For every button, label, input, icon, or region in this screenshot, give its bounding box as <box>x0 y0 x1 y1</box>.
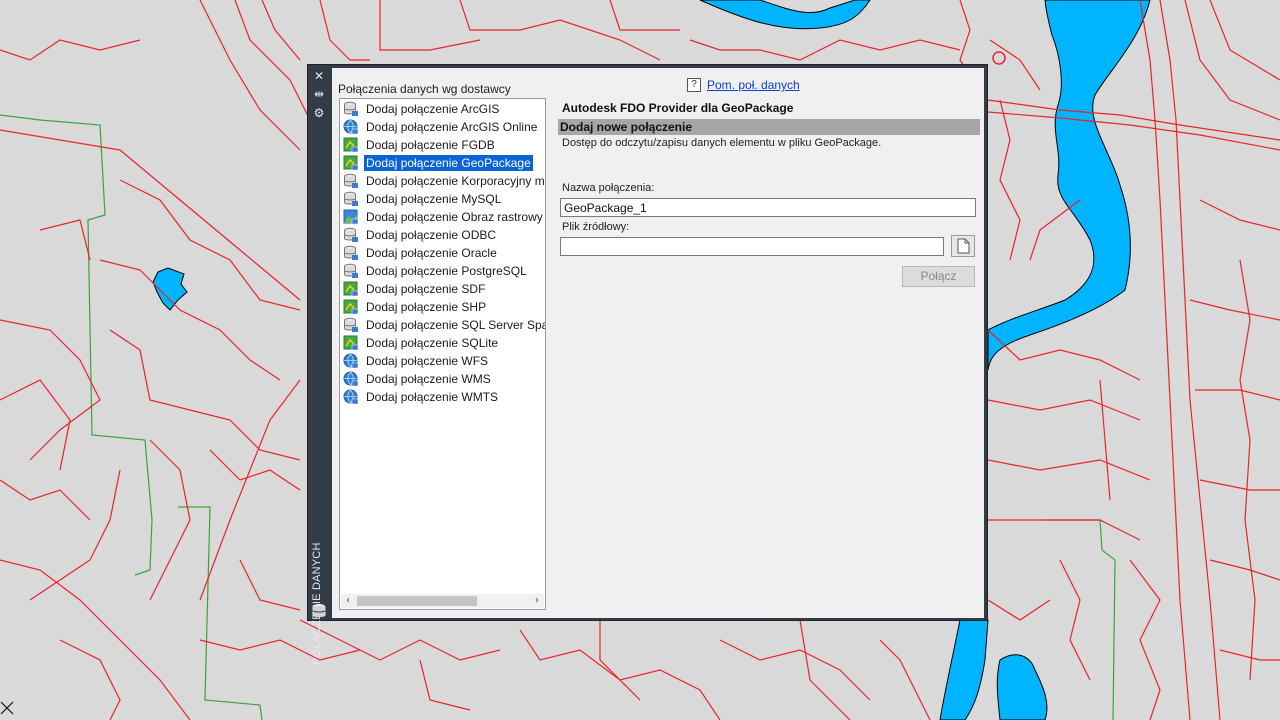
connection-name-label: Nazwa połączenia: <box>562 182 655 194</box>
provider-list-item-label: Dodaj połączenie SDF <box>366 282 486 296</box>
provider-list-item-label: Dodaj połączenie Obraz rastrowy lu <box>366 210 546 224</box>
globe-icon <box>343 119 359 135</box>
provider-list-item[interactable]: Dodaj połączenie SDF <box>343 280 543 298</box>
database-icon <box>344 227 358 242</box>
data-connect-palette: ✕ ⇹ ⚙ POŁĄCZENIE DANYCH Połączenia danyc… <box>307 64 988 665</box>
provider-list-item[interactable]: Dodaj połączenie SQLite <box>343 334 543 352</box>
vector-file-icon <box>343 281 359 297</box>
provider-list-item-label: Dodaj połączenie ArcGIS <box>366 102 500 116</box>
provider-list-item-label: Dodaj połączenie Korporacyjny mo <box>366 174 546 188</box>
globe-icon <box>343 389 359 405</box>
provider-list-item[interactable]: Dodaj połączenie MySQL <box>343 190 543 208</box>
section-header: Dodaj nowe połączenie <box>558 119 980 135</box>
properties-icon[interactable]: ⚙ <box>311 106 327 120</box>
browse-file-button[interactable] <box>951 235 975 257</box>
provider-list-item[interactable]: Dodaj połączenie ArcGIS Online <box>343 118 543 136</box>
provider-list-item-label: Dodaj połączenie Oracle <box>366 246 497 260</box>
palette-title: POŁĄCZENIE DANYCH <box>311 542 323 665</box>
database-icon <box>312 604 326 617</box>
provider-title: Autodesk FDO Provider dla GeoPackage <box>562 101 794 115</box>
provider-list-item[interactable]: Dodaj połączenie SHP <box>343 298 543 316</box>
database-icon <box>344 191 358 206</box>
help-link[interactable]: Pom. poł. danych <box>707 78 800 92</box>
connection-name-input[interactable] <box>560 198 976 217</box>
source-file-input[interactable] <box>560 237 944 256</box>
provider-list-item-label: Dodaj połączenie WFS <box>366 354 489 368</box>
scroll-right-arrow-icon[interactable]: › <box>530 594 544 608</box>
scroll-thumb[interactable] <box>357 596 477 606</box>
provider-list-item[interactable]: Dodaj połączenie WMS <box>343 370 543 388</box>
palette-side-strip: ✕ ⇹ ⚙ POŁĄCZENIE DANYCH <box>308 65 330 665</box>
provider-list-item[interactable]: Dodaj połączenie WMTS <box>343 388 543 406</box>
provider-list-item-label: Dodaj połączenie WMS <box>366 372 491 386</box>
close-icon[interactable]: ✕ <box>311 69 327 83</box>
provider-list-item[interactable]: Dodaj połączenie FGDB <box>343 136 543 154</box>
provider-list-item[interactable]: Dodaj połączenie ArcGIS <box>343 100 543 118</box>
provider-list-item-label: Dodaj połączenie ODBC <box>366 228 497 242</box>
database-icon <box>344 173 358 188</box>
vector-file-icon <box>343 137 359 153</box>
section-title: Dodaj nowe połączenie <box>560 120 693 134</box>
provider-description: Dostęp do odczytu/zapisu danych elementu… <box>562 137 882 149</box>
vector-file-icon <box>343 335 359 351</box>
provider-list-item-label: Dodaj połączenie SQL Server Spatia <box>366 318 546 332</box>
provider-list[interactable]: Dodaj połączenie ArcGIS Dodaj połączenie … <box>339 98 546 610</box>
provider-list-item-label: Dodaj połączenie GeoPackage <box>364 155 533 171</box>
auto-hide-icon[interactable]: ⇹ <box>311 87 327 101</box>
provider-list-item[interactable]: Dodaj połączenie Korporacyjny mo <box>343 172 546 190</box>
provider-list-header: Połączenia danych wg dostawcy <box>338 82 511 96</box>
database-icon <box>344 263 358 278</box>
provider-list-item-label: Dodaj połączenie SQLite <box>366 336 499 350</box>
help-icon[interactable]: ? <box>687 78 701 92</box>
help-row: ? Pom. poł. danych <box>687 78 800 92</box>
provider-list-item[interactable]: Dodaj połączenie Obraz rastrowy lu <box>343 208 546 226</box>
provider-list-item-label: Dodaj połączenie FGDB <box>366 138 495 152</box>
connect-button[interactable]: Połącz <box>902 266 975 287</box>
provider-list-item[interactable]: Dodaj połączenie PostgreSQL <box>343 262 543 280</box>
raster-icon <box>343 209 359 225</box>
provider-list-item-label: Dodaj połączenie ArcGIS Online <box>366 120 538 134</box>
crosshair-cursor-icon <box>0 701 14 715</box>
scroll-left-arrow-icon[interactable]: ‹ <box>341 594 355 608</box>
provider-list-item[interactable]: Dodaj połączenie ODBC <box>343 226 543 244</box>
vector-file-icon <box>343 299 359 315</box>
provider-list-item-label: Dodaj połączenie SHP <box>366 300 487 314</box>
provider-list-item[interactable]: Dodaj połączenie Oracle <box>343 244 543 262</box>
horizontal-scrollbar[interactable]: ‹ › <box>341 594 544 608</box>
provider-list-item[interactable]: Dodaj połączenie GeoPackage <box>343 154 543 172</box>
database-icon <box>344 317 358 332</box>
globe-icon <box>343 371 359 387</box>
provider-list-item-label: Dodaj połączenie WMTS <box>366 390 499 404</box>
palette-content: Połączenia danych wg dostawcy Dodaj połą… <box>332 68 984 618</box>
database-icon <box>344 245 358 260</box>
file-icon <box>957 238 970 254</box>
database-icon <box>344 101 358 116</box>
provider-list-item[interactable]: Dodaj połączenie WFS <box>343 352 543 370</box>
source-file-label: Plik źródłowy: <box>562 221 630 233</box>
provider-list-item[interactable]: Dodaj połączenie SQL Server Spatia <box>343 316 546 334</box>
provider-list-item-label: Dodaj połączenie MySQL <box>366 192 502 206</box>
globe-icon <box>343 353 359 369</box>
provider-list-item-label: Dodaj połączenie PostgreSQL <box>366 264 527 278</box>
vector-file-icon <box>343 155 359 171</box>
